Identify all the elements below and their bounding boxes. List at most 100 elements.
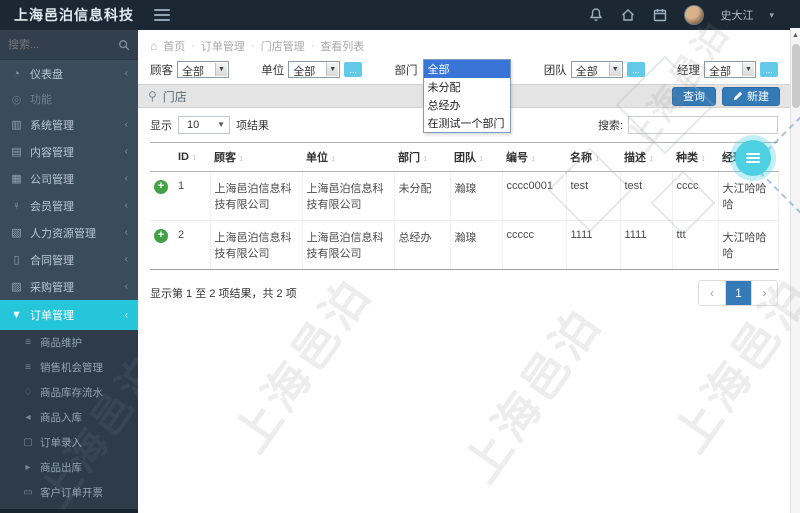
sidebar-search-input[interactable] [8, 38, 112, 51]
sidebar-item-system[interactable]: ▥ 系统管理 ‹ [0, 111, 138, 138]
dropdown-option-all[interactable]: 全部 [423, 60, 510, 78]
sidebar-section-functions: ◎ 功能 [11, 93, 52, 107]
breadcrumb-home[interactable]: 首页 [163, 38, 185, 54]
chevron-left-icon: ‹ [124, 227, 128, 238]
manager-more-button[interactable]: ... [760, 62, 778, 77]
dropdown-option-general-office[interactable]: 总经办 [424, 96, 510, 114]
unit-more-button[interactable]: ... [344, 62, 363, 77]
sidebar-item-content[interactable]: ▤ 内容管理 ‹ [0, 138, 138, 165]
results-suffix-label: 项结果 [236, 120, 269, 132]
team-more-button[interactable]: ... [626, 62, 645, 77]
manager-filter-label: 经理 [677, 64, 700, 77]
outbox-icon: ▸ [25, 462, 31, 473]
submenu-item-sales-opportunity[interactable]: ≡ 销售机会管理 [0, 355, 138, 380]
manager-filter: 经理 全部 ▼ ... [677, 61, 778, 78]
cell-unit: 上海邑泊信息科技有限公司 [302, 220, 395, 270]
sidebar-item-orders[interactable]: ▼ 订单管理 ‹ [0, 300, 138, 330]
flow-icon: ♢ [23, 387, 33, 398]
pagination: ‹ 1 › [698, 280, 778, 306]
cell-category: cccc [672, 171, 719, 221]
sidebar-search [0, 30, 138, 60]
menu-toggle-icon[interactable] [154, 9, 170, 21]
sidebar-item-dashboard[interactable]: ◔ 仪表盘 ‹ [0, 60, 138, 87]
page-1-button[interactable]: 1 [725, 281, 751, 305]
department-filter: 部门 全部 未分配 总经办 在测试一个部门 [395, 59, 512, 133]
breadcrumb-view-list[interactable]: 查看列表 [320, 38, 364, 54]
customer-filter-select[interactable]: 全部 ▼ [177, 61, 229, 78]
customer-filter-label: 顾客 [150, 64, 173, 77]
page: 上海邑泊信息科技 史大江 ▾ ◔ 仪表盘 ‹ ◎ 功能 ▥ 系统管理 ‹ [0, 0, 800, 513]
col-header-category[interactable]: 种类 ↕ [672, 142, 718, 172]
scroll-up-arrow[interactable]: ▲ [791, 28, 800, 42]
expand-column-header [150, 142, 174, 172]
hamburger-icon [746, 153, 760, 163]
home-icon[interactable] [620, 7, 636, 23]
chevron-left-icon: ‹ [124, 254, 128, 265]
floating-menu-button[interactable] [735, 140, 771, 176]
cell-description: test [620, 171, 673, 221]
page-size-select[interactable]: 10 ▼ [178, 116, 230, 134]
cell-customer: 上海邑泊信息科技有限公司 [210, 171, 303, 221]
col-header-customer[interactable]: 顾客 ↕ [210, 142, 302, 172]
chevron-down-icon[interactable]: ▾ [769, 10, 774, 21]
submenu-item-order-entry[interactable]: ▢ 订单录入 [0, 430, 138, 455]
col-header-code[interactable]: 编号 ↕ [502, 142, 566, 172]
submenu-item-stock-flow[interactable]: ♢ 商品库存流水 [0, 380, 138, 405]
breadcrumb: ⌂ 首页 · 订单管理 · 门店管理 · 查看列表 [150, 38, 365, 54]
submenu-item-product-maintain[interactable]: ≡ 商品维护 [0, 330, 138, 355]
sidebar-item-member[interactable]: ♀ 会员管理 ‹ [0, 192, 138, 219]
cell-department: 总经办 [394, 220, 451, 270]
store-icon: ⚲ [148, 89, 157, 103]
col-header-unit[interactable]: 单位 ↕ [302, 142, 394, 172]
unit-filter-label: 单位 [261, 64, 285, 77]
select-arrow-icon: ▼ [217, 120, 225, 129]
brand-title: 上海邑泊信息科技 [14, 7, 134, 23]
col-header-department[interactable]: 部门 ↕ [394, 142, 450, 172]
select-arrow-icon: ▼ [326, 63, 339, 76]
breadcrumb-orders[interactable]: 订单管理 [201, 38, 245, 54]
prev-page-button[interactable]: ‹ [699, 281, 725, 305]
cell-manager: 大江哈哈哈 [718, 220, 779, 270]
cell-id: 1 [174, 171, 211, 221]
vertical-scrollbar[interactable]: ▲ [790, 28, 800, 513]
col-header-team[interactable]: 团队 ↕ [450, 142, 502, 172]
sidebar-item-purchase[interactable]: ▨ 采购管理 ‹ [0, 273, 138, 300]
chevron-left-icon: ‹ [124, 146, 128, 157]
unit-filter-select[interactable]: 全部 ▼ [288, 61, 341, 78]
query-button[interactable]: 查询 [672, 86, 716, 106]
invoice-icon: ▭ [23, 487, 33, 498]
breadcrumb-stores[interactable]: 门店管理 [261, 38, 305, 54]
user-name[interactable]: 史大江 [720, 7, 753, 23]
cart-icon: ▼ [11, 309, 22, 321]
col-header-name[interactable]: 名称 ↕ [566, 142, 620, 172]
calendar-icon[interactable] [652, 7, 668, 23]
sidebar-item-contract[interactable]: ▯ 合同管理 ‹ [0, 246, 138, 273]
expand-row-button[interactable]: + [154, 180, 168, 194]
create-button[interactable]: 新建 [722, 86, 780, 106]
col-header-description[interactable]: 描述 ↕ [620, 142, 672, 172]
col-header-id[interactable]: ID ↕ [174, 142, 210, 172]
dropdown-option-unassigned[interactable]: 未分配 [424, 78, 510, 96]
sidebar-item-company[interactable]: ▦ 公司管理 ‹ [0, 165, 138, 192]
scrollbar-thumb[interactable] [792, 44, 800, 108]
sliders-icon: ▥ [11, 119, 22, 131]
sidebar-item-hr[interactable]: ▧ 人力资源管理 ‹ [0, 219, 138, 246]
next-page-button[interactable]: › [751, 281, 777, 305]
team-filter-label: 团队 [543, 64, 567, 77]
submenu-item-invoice[interactable]: ▭ 客户订单开票 [0, 480, 138, 505]
box-icon: ▨ [11, 281, 22, 293]
submenu-item-stock-out[interactable]: ▸ 商品出库 [0, 455, 138, 480]
cell-code: cccc0001 [502, 171, 567, 221]
team-filter-select[interactable]: 全部 ▼ [570, 61, 623, 78]
bell-icon[interactable] [588, 7, 604, 23]
sort-icon: ↕ [531, 153, 536, 163]
stores-table: ID ↕ 顾客 ↕ 单位 ↕ 部门 ↕ 团队 ↕ 编号 ↕ 名称 ↕ 描述 ↕ 种类 ↕ 经理 +… [150, 142, 779, 270]
user-avatar[interactable] [684, 5, 705, 25]
list-icon: ≡ [25, 362, 31, 373]
manager-filter-select[interactable]: 全部 ▼ [704, 61, 756, 78]
expand-row-button[interactable]: + [154, 229, 168, 243]
table-search-input[interactable] [628, 116, 778, 134]
dropdown-option-test-dept[interactable]: 在测试一个部门 [424, 114, 510, 132]
sort-icon: ↕ [479, 153, 484, 163]
submenu-item-stock-in[interactable]: ◂ 商品入库 [0, 405, 138, 430]
